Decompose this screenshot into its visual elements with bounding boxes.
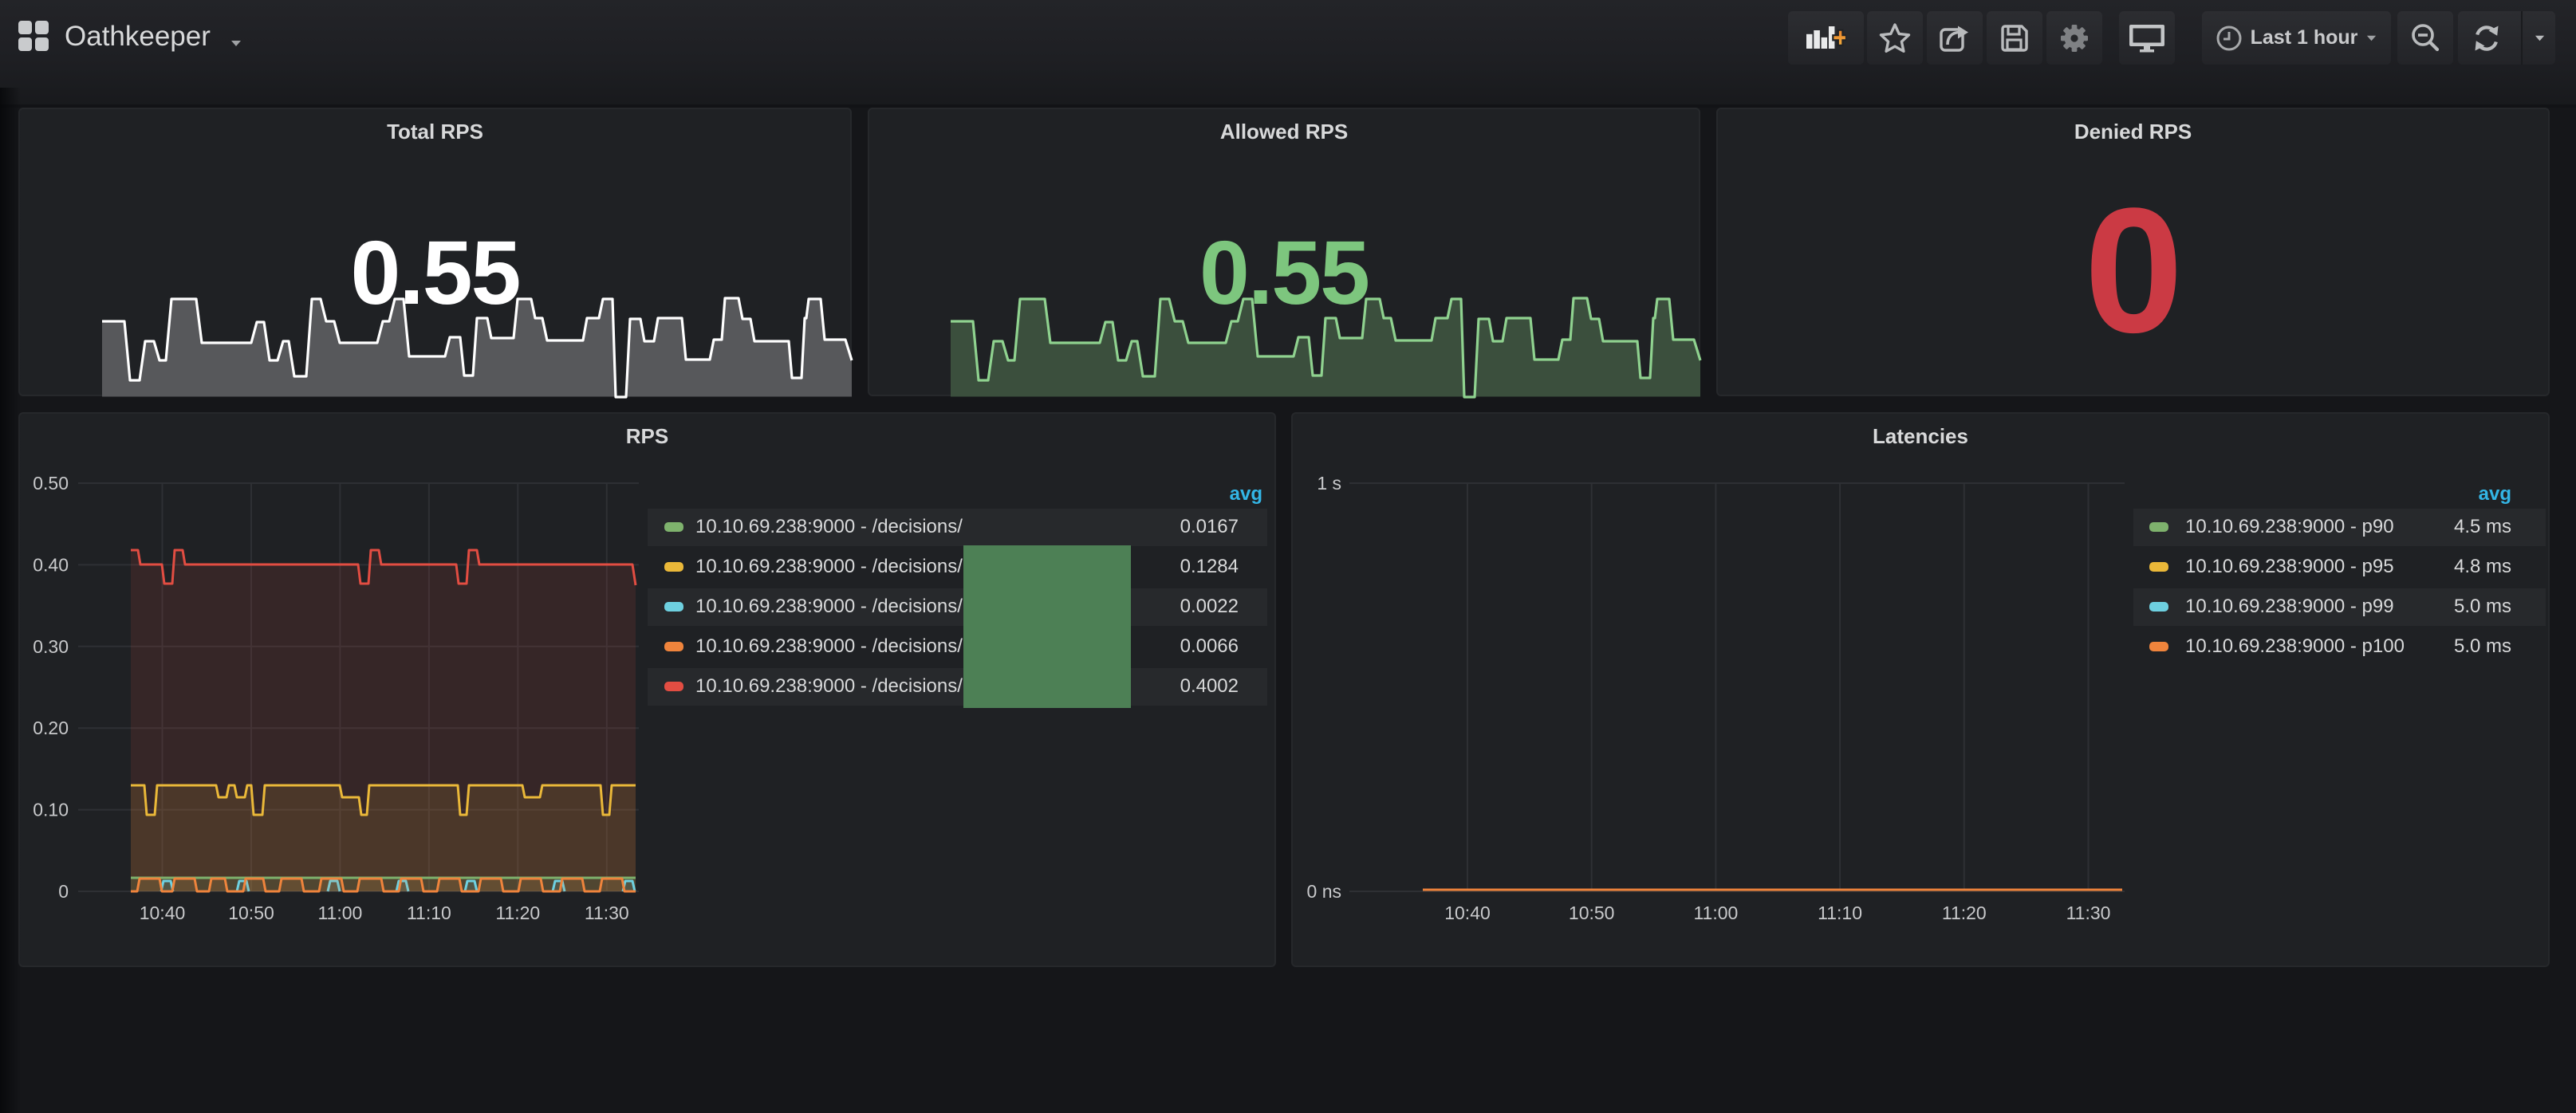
svg-text:10:40: 10:40 xyxy=(1444,903,1491,923)
svg-text:0.30: 0.30 xyxy=(33,636,69,657)
svg-text:10:40: 10:40 xyxy=(140,903,186,923)
svg-text:11:20: 11:20 xyxy=(1942,903,1987,923)
svg-text:11:00: 11:00 xyxy=(317,903,362,923)
svg-text:11:20: 11:20 xyxy=(495,903,540,923)
svg-text:11:30: 11:30 xyxy=(585,903,629,923)
svg-text:0 ns: 0 ns xyxy=(1307,881,1341,902)
svg-text:0.20: 0.20 xyxy=(33,718,69,738)
svg-text:11:00: 11:00 xyxy=(1693,903,1738,923)
svg-text:11:30: 11:30 xyxy=(2066,903,2111,923)
svg-text:10:50: 10:50 xyxy=(228,903,274,923)
svg-text:1 s: 1 s xyxy=(1317,473,1341,494)
svg-text:0.10: 0.10 xyxy=(33,800,69,820)
svg-text:10:50: 10:50 xyxy=(1569,903,1615,923)
svg-text:11:10: 11:10 xyxy=(407,903,451,923)
svg-text:0.40: 0.40 xyxy=(33,554,69,575)
svg-text:11:10: 11:10 xyxy=(1818,903,1862,923)
svg-text:0.50: 0.50 xyxy=(33,473,69,494)
svg-text:0: 0 xyxy=(58,881,69,902)
